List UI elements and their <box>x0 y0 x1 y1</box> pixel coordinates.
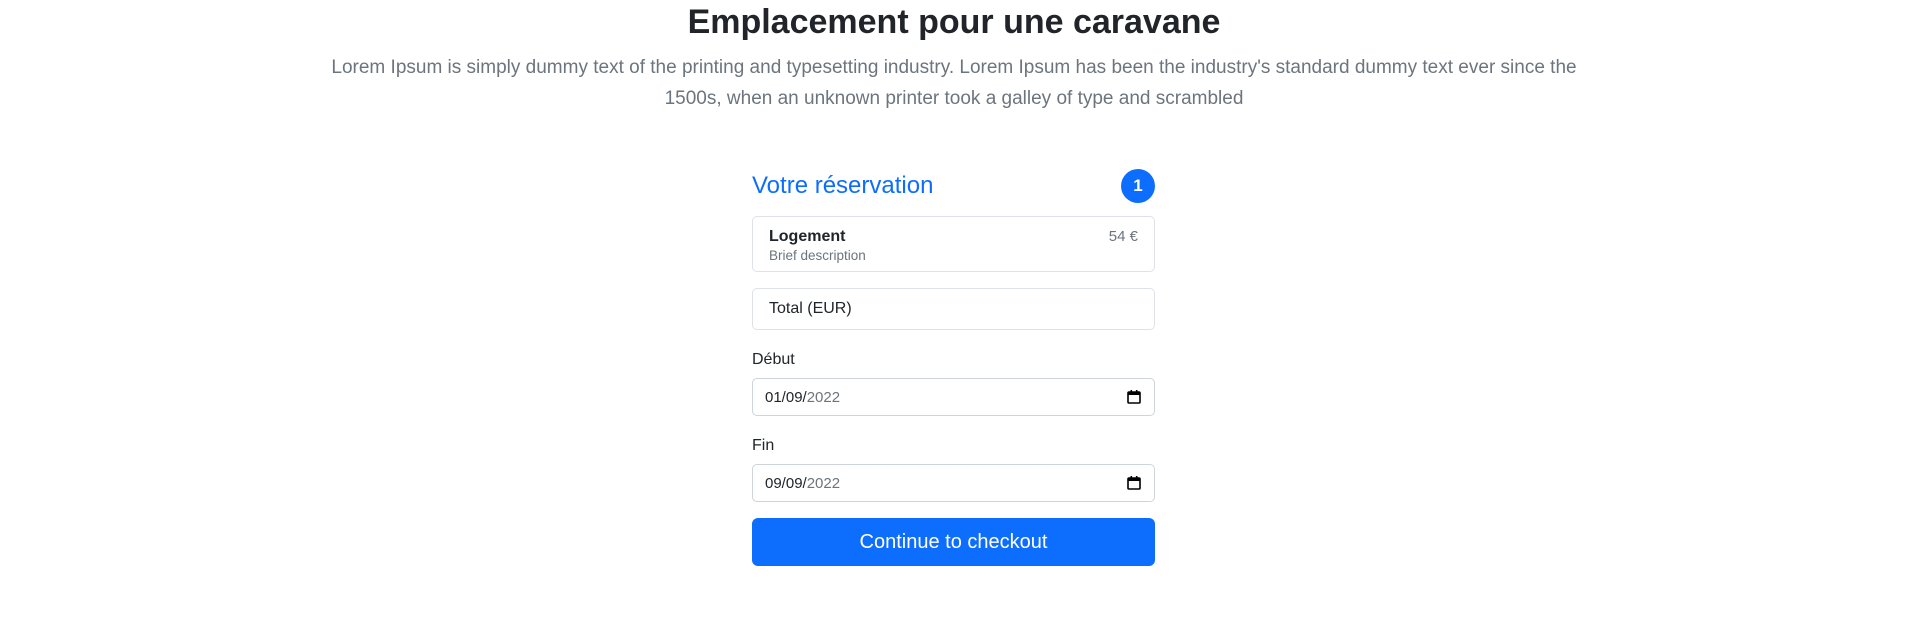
page-header: Emplacement pour une caravane Lorem Ipsu… <box>0 0 1908 114</box>
calendar-icon[interactable] <box>1126 475 1142 491</box>
start-date-year: 2022 <box>806 388 841 406</box>
item-description: Brief description <box>769 248 866 263</box>
item-count-badge: 1 <box>1121 169 1155 203</box>
total-label: Total (EUR) <box>769 300 852 317</box>
item-price: 54 € <box>1108 228 1138 245</box>
continue-to-checkout-button[interactable]: Continue to checkout <box>752 518 1155 566</box>
end-date-year: 2022 <box>806 474 841 492</box>
page-lead-text: Lorem Ipsum is simply dummy text of the … <box>331 57 1577 109</box>
reservation-item-info: Logement Brief description <box>769 227 866 263</box>
start-date-input[interactable]: 01/09/2022 <box>752 378 1155 416</box>
total-row: Total (EUR) <box>752 288 1155 330</box>
page-title: Emplacement pour une caravane <box>687 3 1221 41</box>
start-date-day-month: 01/09/ <box>765 388 807 406</box>
end-date-day-month: 09/09/ <box>765 474 807 492</box>
item-title: Logement <box>769 228 846 245</box>
end-date-label: Fin <box>752 437 775 454</box>
start-date-value: 01/09/2022 <box>765 389 840 406</box>
reservation-heading: Votre réservation <box>752 172 934 199</box>
start-date-label: Début <box>752 351 795 368</box>
calendar-icon[interactable] <box>1126 389 1142 405</box>
end-date-input[interactable]: 09/09/2022 <box>752 464 1155 502</box>
reservation-header: Votre réservation 1 <box>752 168 1155 204</box>
reservation-item: Logement Brief description 54 € <box>752 216 1155 272</box>
reservation-panel: Votre réservation 1 Logement Brief descr… <box>752 168 1155 566</box>
page: Emplacement pour une caravane Lorem Ipsu… <box>0 0 1908 628</box>
end-date-value: 09/09/2022 <box>765 475 840 492</box>
